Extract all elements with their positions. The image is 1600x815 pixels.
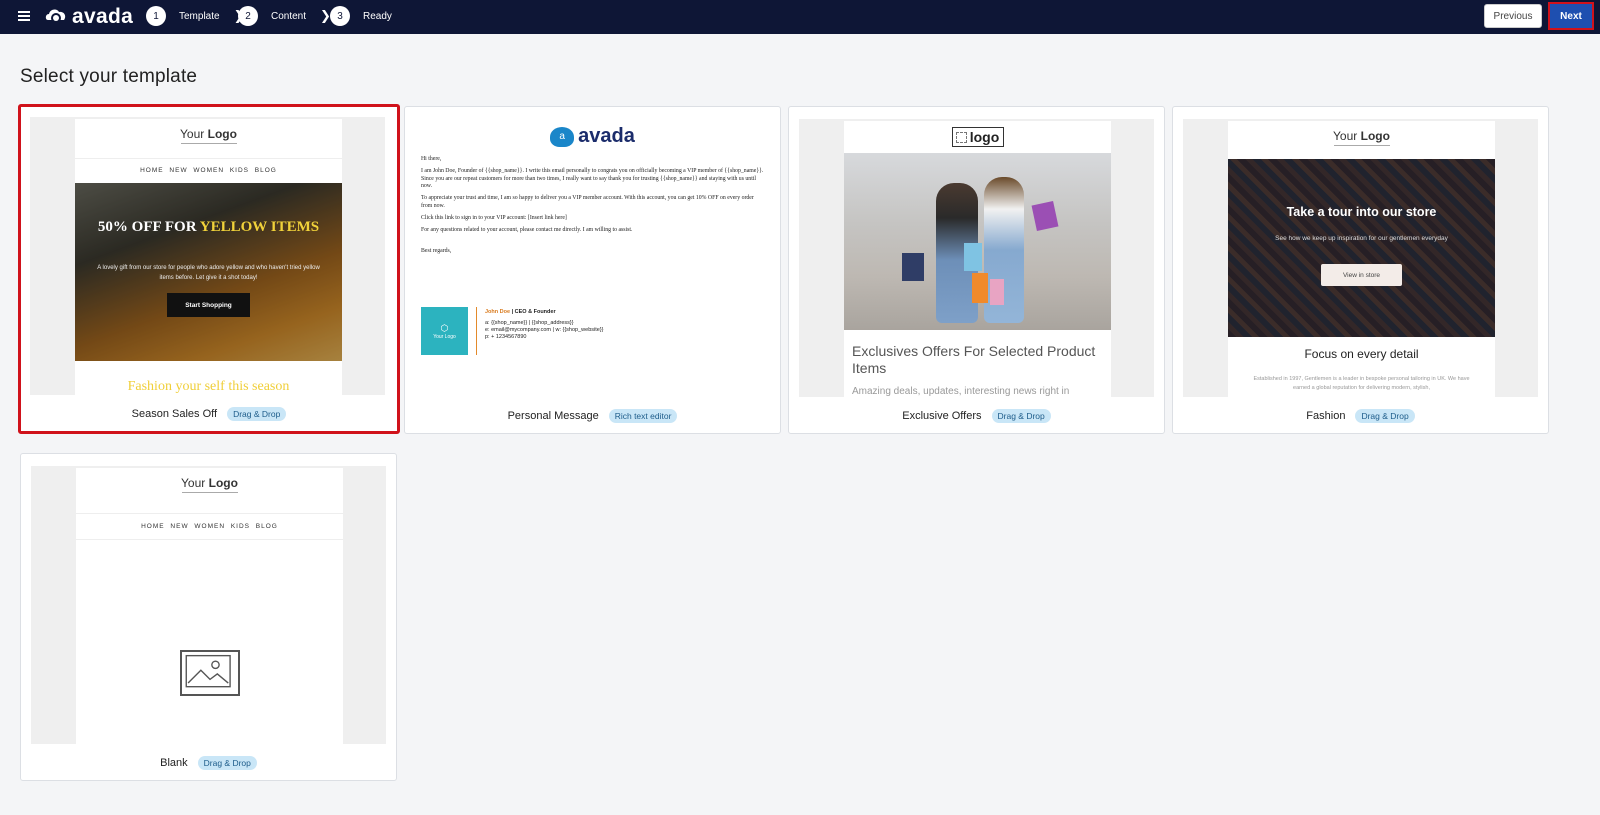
- step-number: 3: [330, 6, 350, 26]
- start-shopping-button: Start Shopping: [167, 293, 250, 317]
- next-button[interactable]: Next: [1548, 2, 1594, 30]
- hero-sub: See how we keep up inspiration for our g…: [1275, 235, 1448, 242]
- logo-text: Your Logo: [1333, 129, 1390, 143]
- step-label: Content: [271, 10, 307, 22]
- hero-image: 50% OFF FOR YELLOW ITEMS A lovely gift f…: [75, 183, 342, 361]
- template-preview: Your Logo HOME NEW WOMEN KIDS BLOG 50% O…: [30, 117, 385, 395]
- section-text: Established in 1997, Gentlemen is a lead…: [1253, 376, 1470, 391]
- card-footer: Season Sales Off Drag & Drop: [21, 407, 397, 421]
- page-title: Select your template: [20, 66, 198, 87]
- template-preview: Your Logo HOME NEW WOMEN KIDS BLOG: [31, 466, 386, 744]
- editor-badge: Drag & Drop: [1355, 409, 1415, 423]
- template-preview: Your Logo Take a tour into our store See…: [1183, 119, 1538, 397]
- hero-image: Take a tour into our store See how we ke…: [1228, 159, 1495, 337]
- template-card-blank[interactable]: Your Logo HOME NEW WOMEN KIDS BLOG Blank…: [20, 453, 397, 781]
- logo-underline: [1333, 145, 1390, 146]
- email-preview: Your Logo Take a tour into our store See…: [1228, 121, 1495, 397]
- editor-badge: Drag & Drop: [991, 409, 1051, 423]
- template-card-season-sales-off[interactable]: Your Logo HOME NEW WOMEN KIDS BLOG 50% O…: [18, 104, 400, 434]
- hamburger-icon[interactable]: [18, 11, 30, 21]
- hexagon-icon: ⬡: [440, 322, 449, 333]
- logo-text: Your Logo: [181, 476, 238, 490]
- template-card-exclusive-offers[interactable]: logo Exclusives Offers For Selected Prod…: [788, 106, 1165, 434]
- template-name: Exclusive Offers: [902, 410, 982, 422]
- card-footer: Personal Message Rich text editor: [405, 409, 780, 423]
- editor-badge: Drag & Drop: [227, 407, 287, 421]
- email-preview: a avada Hi there, I am John Doe, Founder…: [415, 119, 770, 397]
- image-placeholder-icon: [180, 650, 240, 696]
- brand-logo[interactable]: avada: [44, 5, 133, 29]
- top-bar: avada 1 Template ❯ 2 Content ❯ 3 Ready P…: [0, 0, 1600, 34]
- step-template[interactable]: 1 Template ❯: [146, 6, 244, 26]
- avada-logo-icon: [45, 9, 66, 23]
- divider: [75, 158, 342, 159]
- logo-underline: [181, 492, 238, 493]
- signature: ⬡ Your Logo John Doe | CEO & Founder a: …: [421, 307, 604, 355]
- logo-placeholder: logo: [951, 127, 1004, 147]
- preview-nav: HOME NEW WOMEN KIDS BLOG: [141, 523, 278, 530]
- hero-photo: [844, 153, 1111, 330]
- email-preview: Your Logo HOME NEW WOMEN KIDS BLOG 50% O…: [75, 119, 342, 395]
- editor-badge: Drag & Drop: [197, 756, 257, 770]
- letter-body: Hi there, I am John Doe, Founder of {{sh…: [421, 156, 764, 255]
- card-footer: Fashion Drag & Drop: [1173, 409, 1548, 423]
- logo-text: Your Logo: [180, 127, 237, 141]
- section-heading: Focus on every detail: [1304, 347, 1419, 361]
- signature-logo: ⬡ Your Logo: [421, 307, 468, 355]
- template-name: Fashion: [1306, 410, 1346, 422]
- hero-body: A lovely gift from our store for people …: [97, 265, 320, 281]
- template-name: Blank: [160, 757, 188, 769]
- signature-text: John Doe | CEO & Founder a: {{shop_name}…: [485, 309, 604, 340]
- preview-subtitle: Amazing deals, updates, interesting news…: [852, 386, 1070, 397]
- card-footer: Blank Drag & Drop: [21, 756, 396, 770]
- step-label: Template: [179, 10, 220, 22]
- logo-underline: [180, 143, 237, 144]
- step-content[interactable]: 2 Content ❯: [238, 6, 331, 26]
- template-preview: logo Exclusives Offers For Selected Prod…: [799, 119, 1154, 397]
- template-name: Season Sales Off: [131, 408, 218, 420]
- step-number: 1: [146, 6, 166, 26]
- brand-name: avada: [72, 5, 134, 28]
- signature-divider: [476, 307, 477, 355]
- previous-button[interactable]: Previous: [1484, 4, 1542, 28]
- view-in-store-button: View in store: [1321, 264, 1402, 286]
- step-number: 2: [238, 6, 258, 26]
- template-name: Personal Message: [507, 410, 599, 422]
- email-preview: logo Exclusives Offers For Selected Prod…: [844, 121, 1111, 397]
- template-card-fashion[interactable]: Your Logo Take a tour into our store See…: [1172, 106, 1549, 434]
- divider: [76, 539, 343, 540]
- template-preview: a avada Hi there, I am John Doe, Founder…: [415, 119, 770, 397]
- hero-headline: Take a tour into our store: [1286, 205, 1437, 219]
- preview-footer-text: Fashion your self this season: [127, 379, 290, 394]
- divider: [76, 513, 343, 514]
- preview-title: Exclusives Offers For Selected Product I…: [852, 343, 1096, 376]
- preview-nav: HOME NEW WOMEN KIDS BLOG: [140, 167, 277, 174]
- editor-badge: Rich text editor: [608, 409, 678, 423]
- step-ready[interactable]: 3 Ready: [330, 6, 392, 26]
- card-footer: Exclusive Offers Drag & Drop: [789, 409, 1164, 423]
- image-placeholder-icon: [955, 131, 967, 143]
- template-card-personal-message[interactable]: a avada Hi there, I am John Doe, Founder…: [404, 106, 781, 434]
- avada-logo: a avada: [421, 125, 764, 148]
- email-preview: Your Logo HOME NEW WOMEN KIDS BLOG: [76, 468, 343, 744]
- hero-headline: 50% OFF FOR YELLOW ITEMS: [97, 219, 320, 235]
- step-label: Ready: [363, 10, 392, 22]
- avada-logo-icon: a: [550, 126, 575, 147]
